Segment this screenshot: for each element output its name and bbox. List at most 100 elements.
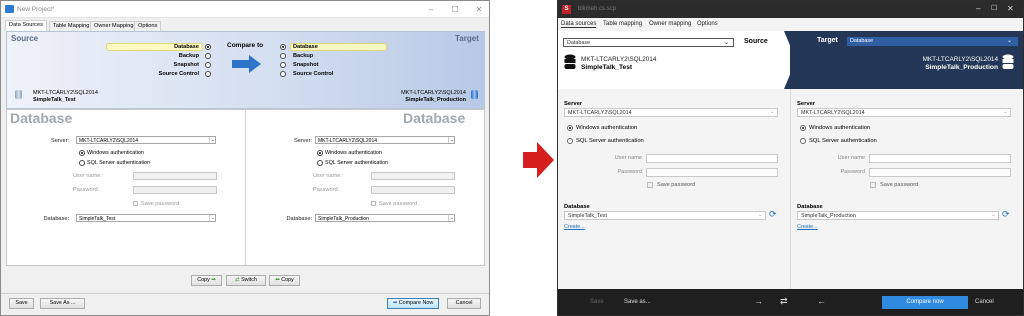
source-pass-input[interactable] xyxy=(133,186,217,194)
target-save-password-checkbox[interactable] xyxy=(870,182,876,188)
source-radio-database[interactable] xyxy=(205,44,211,50)
target-option-backup[interactable]: Backup xyxy=(293,53,313,59)
target-option-snapshot[interactable]: Snapshot xyxy=(293,62,318,68)
chevron-down-icon[interactable]: ⌄ xyxy=(448,137,454,143)
tab-table-mapping[interactable]: Table Mapping xyxy=(49,21,94,31)
target-radio-database[interactable] xyxy=(280,44,286,50)
target-server-input[interactable]: MKT-LTCARLY2\SQL2014 ⌄ xyxy=(315,136,455,144)
source-sql-auth-radio[interactable] xyxy=(79,160,85,166)
tab-options[interactable]: Options xyxy=(697,21,718,27)
target-option-source-control[interactable]: Source Control xyxy=(293,71,333,77)
maximize-icon[interactable]: ☐ xyxy=(450,5,460,14)
save-button[interactable]: Save xyxy=(9,298,34,309)
source-server-summary: MKT-LTCARLY2\SQL2014 xyxy=(33,90,98,96)
target-radio-source-control[interactable] xyxy=(280,71,286,77)
source-user-input[interactable] xyxy=(133,172,217,180)
chevron-down-icon[interactable]: ⌄ xyxy=(209,137,215,143)
close-icon[interactable]: ✕ xyxy=(474,5,484,14)
minimize-icon[interactable]: – xyxy=(426,5,436,14)
target-user-label: User name: xyxy=(313,173,342,179)
chevron-down-icon[interactable]: ⌄ xyxy=(991,212,996,218)
target-pass-input[interactable] xyxy=(371,186,455,194)
save-as-button[interactable]: Save as... xyxy=(624,299,651,305)
copy-right-button[interactable]: Copy ➡ xyxy=(191,275,222,286)
tab-owner-mapping[interactable]: Owner mapping xyxy=(649,21,691,27)
chevron-down-icon[interactable]: ⌄ xyxy=(448,215,454,221)
target-win-auth-radio[interactable] xyxy=(800,125,806,131)
save-button[interactable]: Save xyxy=(590,299,604,305)
app-icon xyxy=(5,5,14,13)
switch-icon: ⇄ xyxy=(235,277,240,283)
target-save-password-checkbox[interactable] xyxy=(371,201,376,206)
target-server-heading: Server xyxy=(797,101,816,107)
source-create-link[interactable]: Create... xyxy=(564,224,585,230)
copy-right-arrow-icon[interactable]: → xyxy=(754,296,763,306)
save-as-button[interactable]: Save As ... xyxy=(40,298,85,309)
chevron-down-icon[interactable]: ⌄ xyxy=(1007,37,1012,44)
target-win-auth-radio[interactable] xyxy=(317,150,323,156)
source-radio-source-control[interactable] xyxy=(205,71,211,77)
cancel-button[interactable]: Cancel xyxy=(447,298,481,309)
compare-now-button[interactable]: ➡ Compare Now xyxy=(387,298,439,309)
source-option-backup[interactable]: Backup xyxy=(107,53,199,59)
target-pass-input[interactable] xyxy=(869,168,1011,177)
source-save-password-checkbox[interactable] xyxy=(133,201,138,206)
compare-now-button[interactable]: Compare now xyxy=(882,296,968,309)
target-radio-backup[interactable] xyxy=(280,53,286,59)
chevron-down-icon[interactable]: ⌄ xyxy=(209,215,215,221)
target-sql-auth-radio[interactable] xyxy=(800,138,806,144)
source-radio-snapshot[interactable] xyxy=(205,62,211,68)
source-server-input[interactable]: MKT-LTCARLY2\SQL2014 ⌄ xyxy=(564,108,778,117)
source-option-source-control[interactable]: Source Control xyxy=(107,71,199,77)
switch-icon[interactable]: ⇄ xyxy=(780,296,788,307)
source-database-select[interactable]: SimpleTalk_Test ⌄ xyxy=(564,211,766,220)
tab-options[interactable]: Options xyxy=(134,21,162,31)
tab-owner-mapping[interactable]: Owner Mapping xyxy=(90,21,138,31)
target-type-select[interactable]: Database ⌄ xyxy=(847,37,1018,46)
source-database-select[interactable]: SimpleTalk_Test ⌄ xyxy=(76,214,216,222)
target-header: Target xyxy=(455,34,479,43)
switch-button[interactable]: ⇄ Switch xyxy=(226,275,266,286)
source-user-label: User name xyxy=(614,155,642,161)
chevron-down-icon[interactable]: ⌄ xyxy=(724,39,729,46)
source-option-database[interactable]: Database xyxy=(107,44,199,50)
tab-data-sources[interactable]: Data sources xyxy=(561,21,597,28)
close-icon[interactable]: ✕ xyxy=(1007,4,1014,13)
minimize-icon[interactable]: – xyxy=(976,4,980,13)
source-save-password-checkbox[interactable] xyxy=(647,182,653,188)
refresh-icon[interactable]: ⟳ xyxy=(1002,210,1010,219)
chevron-down-icon[interactable]: ⌄ xyxy=(770,109,775,115)
target-option-database[interactable]: Database xyxy=(293,44,318,50)
target-database-select[interactable]: SimpleTalk_Production ⌄ xyxy=(315,214,455,222)
maximize-icon[interactable]: ☐ xyxy=(991,4,997,12)
source-pass-input[interactable] xyxy=(646,168,778,177)
copy-left-arrow-icon[interactable]: ← xyxy=(817,296,826,306)
source-option-snapshot[interactable]: Snapshot xyxy=(107,62,199,68)
chevron-down-icon[interactable]: ⌄ xyxy=(758,212,763,218)
target-sql-auth-radio[interactable] xyxy=(317,160,323,166)
source-radio-backup[interactable] xyxy=(205,53,211,59)
chevron-down-icon[interactable]: ⌄ xyxy=(1003,109,1008,115)
source-win-auth-radio[interactable] xyxy=(567,125,573,131)
copy-left-button[interactable]: ⬅ Copy xyxy=(269,275,300,286)
tab-table-mapping[interactable]: Table mapping xyxy=(603,21,642,27)
tab-data-sources[interactable]: Data Sources xyxy=(5,20,47,31)
target-user-input[interactable] xyxy=(371,172,455,180)
target-create-link[interactable]: Create... xyxy=(797,224,818,230)
source-type-select[interactable]: Database ⌄ xyxy=(563,38,734,47)
target-radio-snapshot[interactable] xyxy=(280,62,286,68)
source-server-input[interactable]: MKT-LTCARLY2\SQL2014 ⌄ xyxy=(76,136,216,144)
source-win-auth-radio[interactable] xyxy=(79,150,85,156)
target-database-icon xyxy=(471,90,478,99)
source-user-input[interactable] xyxy=(646,154,778,163)
target-server-input[interactable]: MKT-LTCARLY2\SQL2014 ⌄ xyxy=(797,108,1011,117)
target-database-select[interactable]: SimpleTalk_Production ⌄ xyxy=(797,211,999,220)
transition-arrow-icon xyxy=(523,142,554,178)
target-user-input[interactable] xyxy=(869,154,1011,163)
refresh-icon[interactable]: ⟳ xyxy=(769,210,777,219)
target-band: Target Database ⌄ MKT-LTCARLY2\SQL2014 Si… xyxy=(790,31,1023,89)
source-sql-auth-radio[interactable] xyxy=(567,138,573,144)
connection-panels: Database Database Server: MKT-LTCARLY2\S… xyxy=(6,109,485,266)
source-save-password-label: Save password xyxy=(141,201,180,207)
cancel-button[interactable]: Cancel xyxy=(975,299,994,305)
